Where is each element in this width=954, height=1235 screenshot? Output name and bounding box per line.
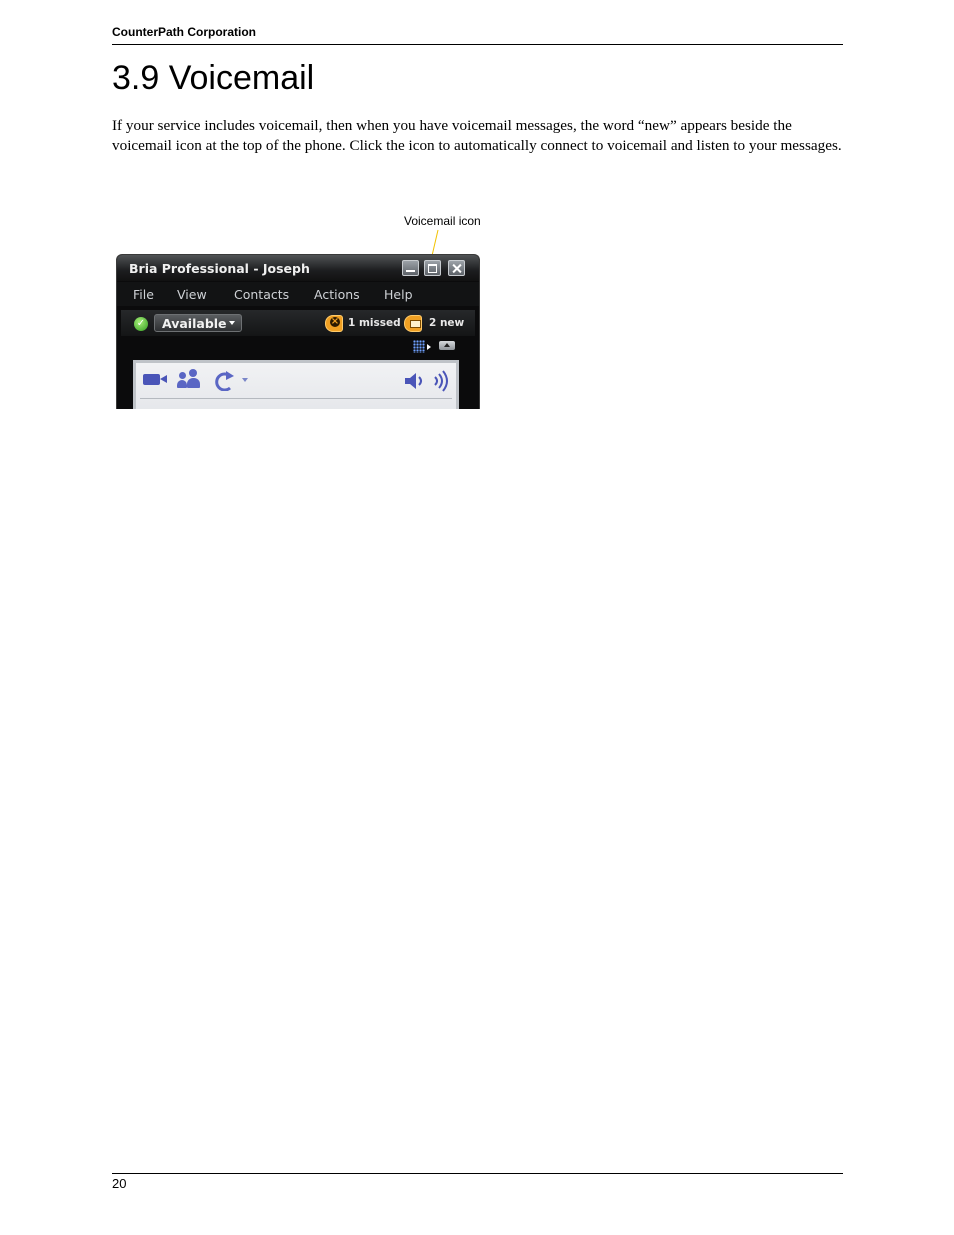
section-body: If your service includes voicemail, then…	[112, 117, 842, 154]
chevron-down-icon	[229, 321, 235, 325]
missed-calls-label[interactable]: 1 missed	[348, 317, 401, 329]
bria-phone-window: Bria Professional - Joseph File View Con…	[116, 254, 480, 409]
header-rule	[112, 44, 843, 45]
transfer-caret-icon[interactable]	[242, 378, 248, 382]
close-icon[interactable]	[448, 260, 465, 276]
page-number: 20	[112, 1176, 127, 1191]
call-panel	[133, 360, 459, 409]
callout-leader-line	[417, 229, 439, 317]
speaker-icon[interactable]	[404, 371, 424, 391]
panel-divider	[140, 398, 452, 399]
footer-rule	[112, 1173, 843, 1174]
menu-help[interactable]: Help	[384, 287, 413, 302]
presence-dropdown[interactable]: Available	[154, 314, 242, 332]
minimize-icon[interactable]	[402, 260, 419, 276]
collapse-icon[interactable]	[439, 341, 455, 350]
window-titlebar: Bria Professional - Joseph	[117, 255, 479, 281]
voicemail-icon[interactable]	[404, 315, 422, 332]
available-status-icon: ✓	[134, 317, 148, 331]
menu-bar: File View Contacts Actions Help	[117, 282, 479, 306]
transfer-icon[interactable]	[214, 369, 236, 391]
menu-file[interactable]: File	[133, 287, 154, 302]
dialpad-arrow-icon	[427, 344, 431, 350]
dialpad-icon[interactable]	[413, 340, 425, 353]
video-camera-icon[interactable]	[143, 374, 167, 385]
menu-actions[interactable]: Actions	[314, 287, 360, 302]
maximize-icon[interactable]	[424, 260, 441, 276]
conference-icon[interactable]	[177, 369, 201, 389]
missed-call-icon[interactable]	[325, 315, 343, 332]
window-title: Bria Professional - Joseph	[129, 261, 310, 276]
microphone-icon[interactable]	[433, 370, 449, 392]
status-bar: ✓ Available 1 missed 2 new	[121, 310, 475, 336]
presence-label: Available	[162, 316, 227, 331]
voicemail-new-label[interactable]: 2 new	[429, 317, 464, 329]
menu-contacts[interactable]: Contacts	[234, 287, 289, 302]
running-header-company: CounterPath Corporation	[112, 25, 256, 39]
voicemail-callout-label: Voicemail icon	[404, 214, 481, 228]
menu-view[interactable]: View	[177, 287, 207, 302]
section-title: 3.9 Voicemail	[112, 59, 315, 97]
